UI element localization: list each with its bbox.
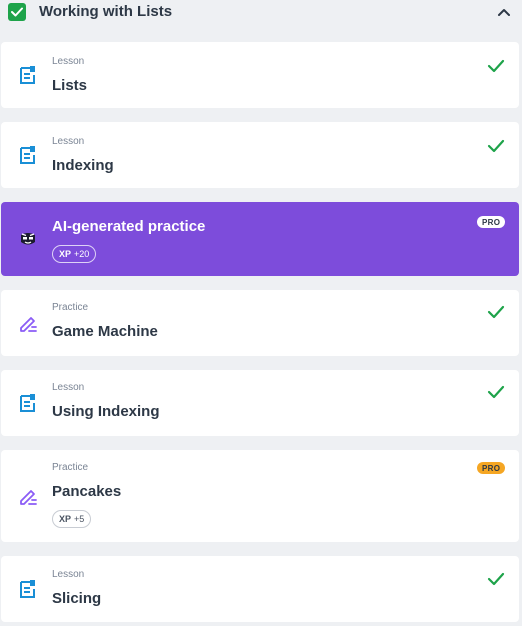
list-item-lists[interactable]: Lesson Lists: [1, 42, 519, 108]
item-title: AI-generated practice: [52, 218, 206, 235]
xp-value: +5: [74, 514, 85, 524]
pro-badge: PRO: [477, 216, 506, 228]
lesson-icon: [17, 64, 39, 86]
practice-icon: [17, 312, 39, 334]
completed-check-icon: [487, 305, 505, 319]
xp-value: +20: [74, 249, 90, 259]
xp-label: XP: [59, 514, 72, 524]
list-item-indexing[interactable]: Lesson Indexing: [1, 122, 519, 188]
item-title: Game Machine: [52, 323, 158, 340]
item-kind: Lesson: [52, 382, 85, 393]
xp-badge: XP +20: [52, 245, 97, 263]
list-item-ai-generated-practice[interactable]: AI-generated practice XP +20 PRO: [1, 202, 519, 276]
list-item-using-indexing[interactable]: Lesson Using Indexing: [1, 370, 519, 436]
item-kind: Lesson: [52, 569, 85, 580]
practice-icon: [17, 485, 39, 507]
pro-badge: PRO: [477, 462, 506, 474]
ai-mascot-icon: [17, 228, 39, 250]
item-title: Slicing: [52, 590, 102, 607]
item-title: Lists: [52, 77, 88, 94]
item-kind: Practice: [52, 462, 89, 473]
section-header[interactable]: Working with Lists: [0, 0, 522, 28]
chevron-up-icon[interactable]: [496, 5, 512, 19]
item-title: Indexing: [52, 157, 114, 174]
completed-check-icon: [487, 139, 505, 153]
item-title: Using Indexing: [52, 403, 160, 420]
lesson-icon: [17, 144, 39, 166]
item-title: Pancakes: [52, 483, 122, 500]
item-kind: Practice: [52, 302, 89, 313]
completed-check-icon: [487, 385, 505, 399]
lesson-icon: [17, 578, 39, 600]
list-item-pancakes[interactable]: Practice Pancakes XP +5 PRO: [1, 450, 519, 542]
xp-label: XP: [59, 249, 72, 259]
item-kind: Lesson: [52, 56, 85, 67]
completed-check-icon: [487, 572, 505, 586]
completed-check-icon: [487, 59, 505, 73]
item-kind: Lesson: [52, 136, 85, 147]
lesson-icon: [17, 392, 39, 414]
section-complete-check-icon: [8, 3, 26, 21]
list-item-slicing[interactable]: Lesson Slicing: [1, 556, 519, 622]
list-item-game-machine[interactable]: Practice Game Machine: [1, 290, 519, 356]
section-title: Working with Lists: [39, 3, 173, 20]
xp-badge: XP +5: [52, 510, 92, 528]
